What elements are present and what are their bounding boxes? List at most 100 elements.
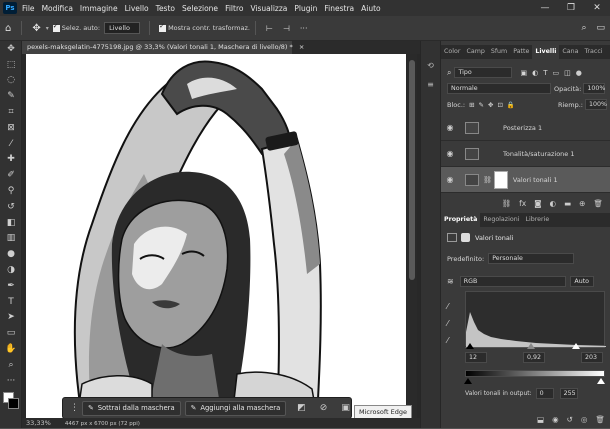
lock-position-icon[interactable]: ✥ (488, 101, 493, 109)
mask-disable-icon[interactable]: ⊘ (320, 403, 328, 413)
layer-mask-thumbnail[interactable] (493, 170, 508, 189)
search-icon[interactable]: ⌕ (581, 23, 586, 33)
tab-paths[interactable]: Tracci (582, 45, 606, 59)
menu-immagine[interactable]: Immagine (80, 4, 118, 13)
mask-options-icon[interactable]: ▣ (341, 403, 350, 413)
delete-adjustment-icon[interactable]: 🗑 (595, 415, 605, 424)
opacity-input[interactable]: 100% (583, 83, 605, 94)
link-layers-icon[interactable]: ⛓ (502, 199, 512, 208)
input-white-handle[interactable] (572, 343, 580, 349)
layer-row-hue-saturation[interactable]: ◉ Tonalità/saturazione 1 (441, 141, 610, 167)
minimize-icon[interactable]: — (532, 3, 558, 13)
layer-row-levels[interactable]: ◉ ⛓ Valori tonali 1 (441, 167, 610, 193)
menu-visualizza[interactable]: Visualizza (250, 4, 287, 13)
close-icon[interactable]: ✕ (584, 3, 610, 13)
layer-row-posterize[interactable]: ◉ Posterizza 1 (441, 115, 610, 141)
mask-invert-icon[interactable]: ◩ (297, 403, 306, 413)
more-tools-icon[interactable]: ··· (0, 373, 22, 389)
color-swatches[interactable] (0, 389, 21, 413)
input-gamma-value[interactable]: 0,92 (523, 352, 545, 363)
maximize-icon[interactable]: ❐ (558, 3, 584, 13)
reset-icon[interactable]: ↺ (567, 415, 573, 424)
workspace-icon[interactable]: ▭ (596, 23, 605, 33)
new-group-icon[interactable]: ▬ (564, 199, 571, 208)
preset-dropdown[interactable]: Personale (488, 253, 575, 264)
menu-file[interactable]: File (22, 4, 35, 13)
lock-all-icon[interactable]: 🔒 (507, 101, 515, 109)
layer-kind-filter[interactable]: Tipo (454, 67, 513, 78)
delete-layer-icon[interactable]: 🗑 (593, 199, 603, 208)
visibility-eye-icon[interactable]: ◉ (441, 123, 459, 132)
tab-layers[interactable]: Livelli (532, 45, 560, 59)
close-tab-icon[interactable]: × (299, 43, 304, 51)
blur-tool-icon[interactable]: ● (0, 246, 22, 262)
filter-type-icon[interactable]: T (543, 69, 547, 77)
tab-channels[interactable]: Cana (559, 45, 581, 59)
link-icon[interactable]: ⛓ (483, 176, 492, 184)
home-icon[interactable]: ⌂ (5, 23, 11, 34)
black-point-eyedropper-icon[interactable]: ⁄ (447, 298, 448, 315)
filter-shape-icon[interactable]: ▭ (553, 69, 560, 77)
clone-stamp-icon[interactable]: ⚲ (0, 183, 22, 199)
brush-tool-icon[interactable]: ✐ (0, 167, 22, 183)
new-layer-icon[interactable]: ⊕ (579, 199, 585, 208)
clip-to-layer-icon[interactable]: ⬓ (537, 415, 544, 424)
photoshop-logo[interactable]: Ps (3, 2, 17, 14)
output-white-handle[interactable] (597, 378, 605, 384)
history-brush-icon[interactable]: ↺ (0, 199, 22, 215)
healing-brush-icon[interactable]: ✚ (0, 152, 22, 168)
visibility-icon[interactable]: ◎ (581, 415, 588, 424)
drag-handle-icon[interactable]: ⋮ (70, 403, 79, 413)
canvas-area[interactable] (22, 54, 420, 418)
quick-select-tool-icon[interactable]: ✎ (0, 88, 22, 104)
output-white-value[interactable]: 255 (559, 388, 578, 399)
crop-tool-icon[interactable]: ⌗ (0, 104, 22, 120)
canvas-image[interactable] (22, 54, 420, 418)
tab-libraries[interactable]: Librerie (522, 213, 552, 227)
menu-filtro[interactable]: Filtro (225, 4, 243, 13)
view-previous-icon[interactable]: ◉ (552, 415, 559, 424)
input-white-value[interactable]: 203 (581, 352, 603, 363)
new-adjustment-icon[interactable]: ◐ (550, 199, 557, 208)
add-mask-icon[interactable]: ◙ (534, 199, 541, 208)
filter-toggle-icon[interactable]: ● (576, 69, 582, 77)
history-icon[interactable]: ⟲ (421, 61, 440, 70)
filter-pixel-icon[interactable]: ▣ (520, 69, 527, 77)
marquee-tool-icon[interactable]: ⬚ (0, 57, 22, 73)
fx-icon[interactable]: fx (519, 199, 526, 208)
lock-pixels-icon[interactable]: ✎ (479, 101, 484, 109)
input-black-value[interactable]: 12 (465, 352, 487, 363)
align-left-icon[interactable]: ⊢ (266, 24, 273, 33)
tab-properties[interactable]: Proprietà (441, 213, 481, 227)
show-transform-checkbox[interactable] (159, 22, 167, 32)
filter-adjustment-icon[interactable]: ◐ (532, 69, 538, 77)
lasso-tool-icon[interactable]: ◌ (0, 73, 22, 89)
align-center-icon[interactable]: ⊣ (283, 24, 290, 33)
input-black-handle[interactable] (466, 343, 474, 349)
input-slider-track[interactable] (465, 347, 605, 348)
white-point-eyedropper-icon[interactable]: ⁄ (447, 332, 448, 349)
background-color[interactable] (8, 397, 19, 409)
blend-mode-dropdown[interactable]: Normale (447, 83, 551, 94)
dodge-tool-icon[interactable]: ◑ (0, 262, 22, 278)
auto-select-checkbox[interactable] (52, 22, 60, 32)
tab-swatches[interactable]: Camp (463, 45, 487, 59)
lock-artboard-icon[interactable]: ⊡ (497, 101, 502, 109)
menu-selezione[interactable]: Selezione (182, 4, 218, 13)
document-tab[interactable]: pexels-maksgelatin-4775198.jpg @ 33,3% (… (22, 41, 304, 54)
path-select-icon[interactable]: ➤ (0, 310, 22, 326)
visibility-eye-icon[interactable]: ◉ (441, 175, 459, 184)
frame-tool-icon[interactable]: ⊠ (0, 120, 22, 136)
rectangle-tool-icon[interactable]: ▭ (0, 325, 22, 341)
mask-mode-icon[interactable] (461, 233, 470, 242)
scrollbar-thumb[interactable] (409, 60, 415, 280)
channel-dropdown[interactable]: RGB (459, 276, 566, 287)
eraser-tool-icon[interactable]: ◧ (0, 215, 22, 231)
filter-smart-icon[interactable]: ◫ (564, 69, 571, 77)
menu-livello[interactable]: Livello (125, 4, 149, 13)
move-tool-icon[interactable]: ✥ (32, 23, 40, 34)
output-black-value[interactable]: 0 (535, 388, 554, 399)
zoom-tool-icon[interactable]: ⌕ (0, 357, 22, 373)
type-tool-icon[interactable]: T (0, 294, 22, 310)
more-options-icon[interactable]: ··· (300, 24, 308, 33)
